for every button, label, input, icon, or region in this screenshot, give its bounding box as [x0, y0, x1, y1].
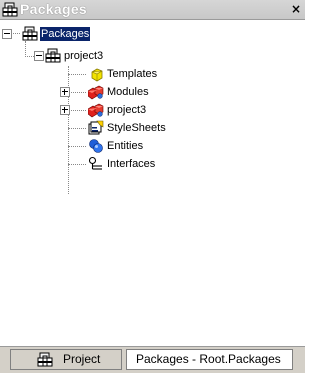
- stylesheets-icon: [88, 120, 104, 135]
- tree-guide: [25, 41, 26, 57]
- tree-guide: [68, 110, 86, 111]
- collapse-toggle-packages[interactable]: [2, 29, 12, 39]
- project-module-icon: [88, 103, 104, 118]
- templates-icon: [91, 68, 103, 82]
- panel-title: Packages: [20, 1, 88, 17]
- tab-label: Packages - Root.Packages: [136, 352, 281, 366]
- tree-node-label: Entities: [107, 140, 144, 152]
- tree-node-templates[interactable]: Templates: [88, 66, 208, 82]
- packages-panel: Packages × Packages project3 Templates M…: [0, 0, 305, 373]
- close-icon[interactable]: ×: [289, 2, 303, 16]
- tree-node-label: Modules: [107, 86, 149, 98]
- tree-guide: [68, 66, 69, 194]
- collapse-toggle-project3[interactable]: [34, 51, 44, 61]
- modules-icon: [88, 85, 104, 100]
- tab-project[interactable]: Project: [10, 349, 122, 370]
- expand-toggle-project3-module[interactable]: [60, 105, 70, 115]
- panel-titlebar[interactable]: Packages ×: [0, 0, 305, 20]
- tree-node-project3-module[interactable]: project3: [88, 102, 208, 118]
- tree-node-label: project3: [64, 50, 104, 62]
- tree-guide: [68, 74, 86, 75]
- interfaces-icon: [88, 156, 102, 170]
- tree-node-label: Interfaces: [107, 158, 156, 170]
- project-icon: [45, 48, 61, 63]
- tree-node-packages[interactable]: Packages: [22, 26, 132, 42]
- packages-icon: [2, 2, 18, 17]
- tree-node-label: StyleSheets: [107, 122, 166, 134]
- tree-guide: [68, 128, 86, 129]
- tab-label: Project: [63, 352, 101, 366]
- project-icon: [37, 352, 53, 367]
- tree-node-project3[interactable]: project3: [45, 48, 155, 64]
- packages-icon: [22, 26, 38, 41]
- tree-guide: [68, 146, 86, 147]
- tree-node-stylesheets[interactable]: StyleSheets: [88, 120, 208, 136]
- expand-toggle-modules[interactable]: [60, 87, 70, 97]
- tree-node-interfaces[interactable]: Interfaces: [88, 156, 208, 172]
- tree-node-modules[interactable]: Modules: [88, 84, 208, 100]
- entities-icon: [89, 139, 103, 153]
- tree-guide: [68, 92, 86, 93]
- tab-packages-root[interactable]: Packages - Root.Packages: [126, 349, 293, 370]
- tree-node-label: project3: [107, 104, 147, 116]
- tree-node-label: Packages: [38, 26, 92, 42]
- panel-tab-bar: Project Packages - Root.Packages: [0, 346, 305, 373]
- tree-node-label: Templates: [107, 68, 158, 80]
- tree-guide: [68, 164, 86, 165]
- tree-node-entities[interactable]: Entities: [88, 138, 208, 154]
- package-tree[interactable]: Packages project3 Templates Modules proj…: [0, 24, 305, 344]
